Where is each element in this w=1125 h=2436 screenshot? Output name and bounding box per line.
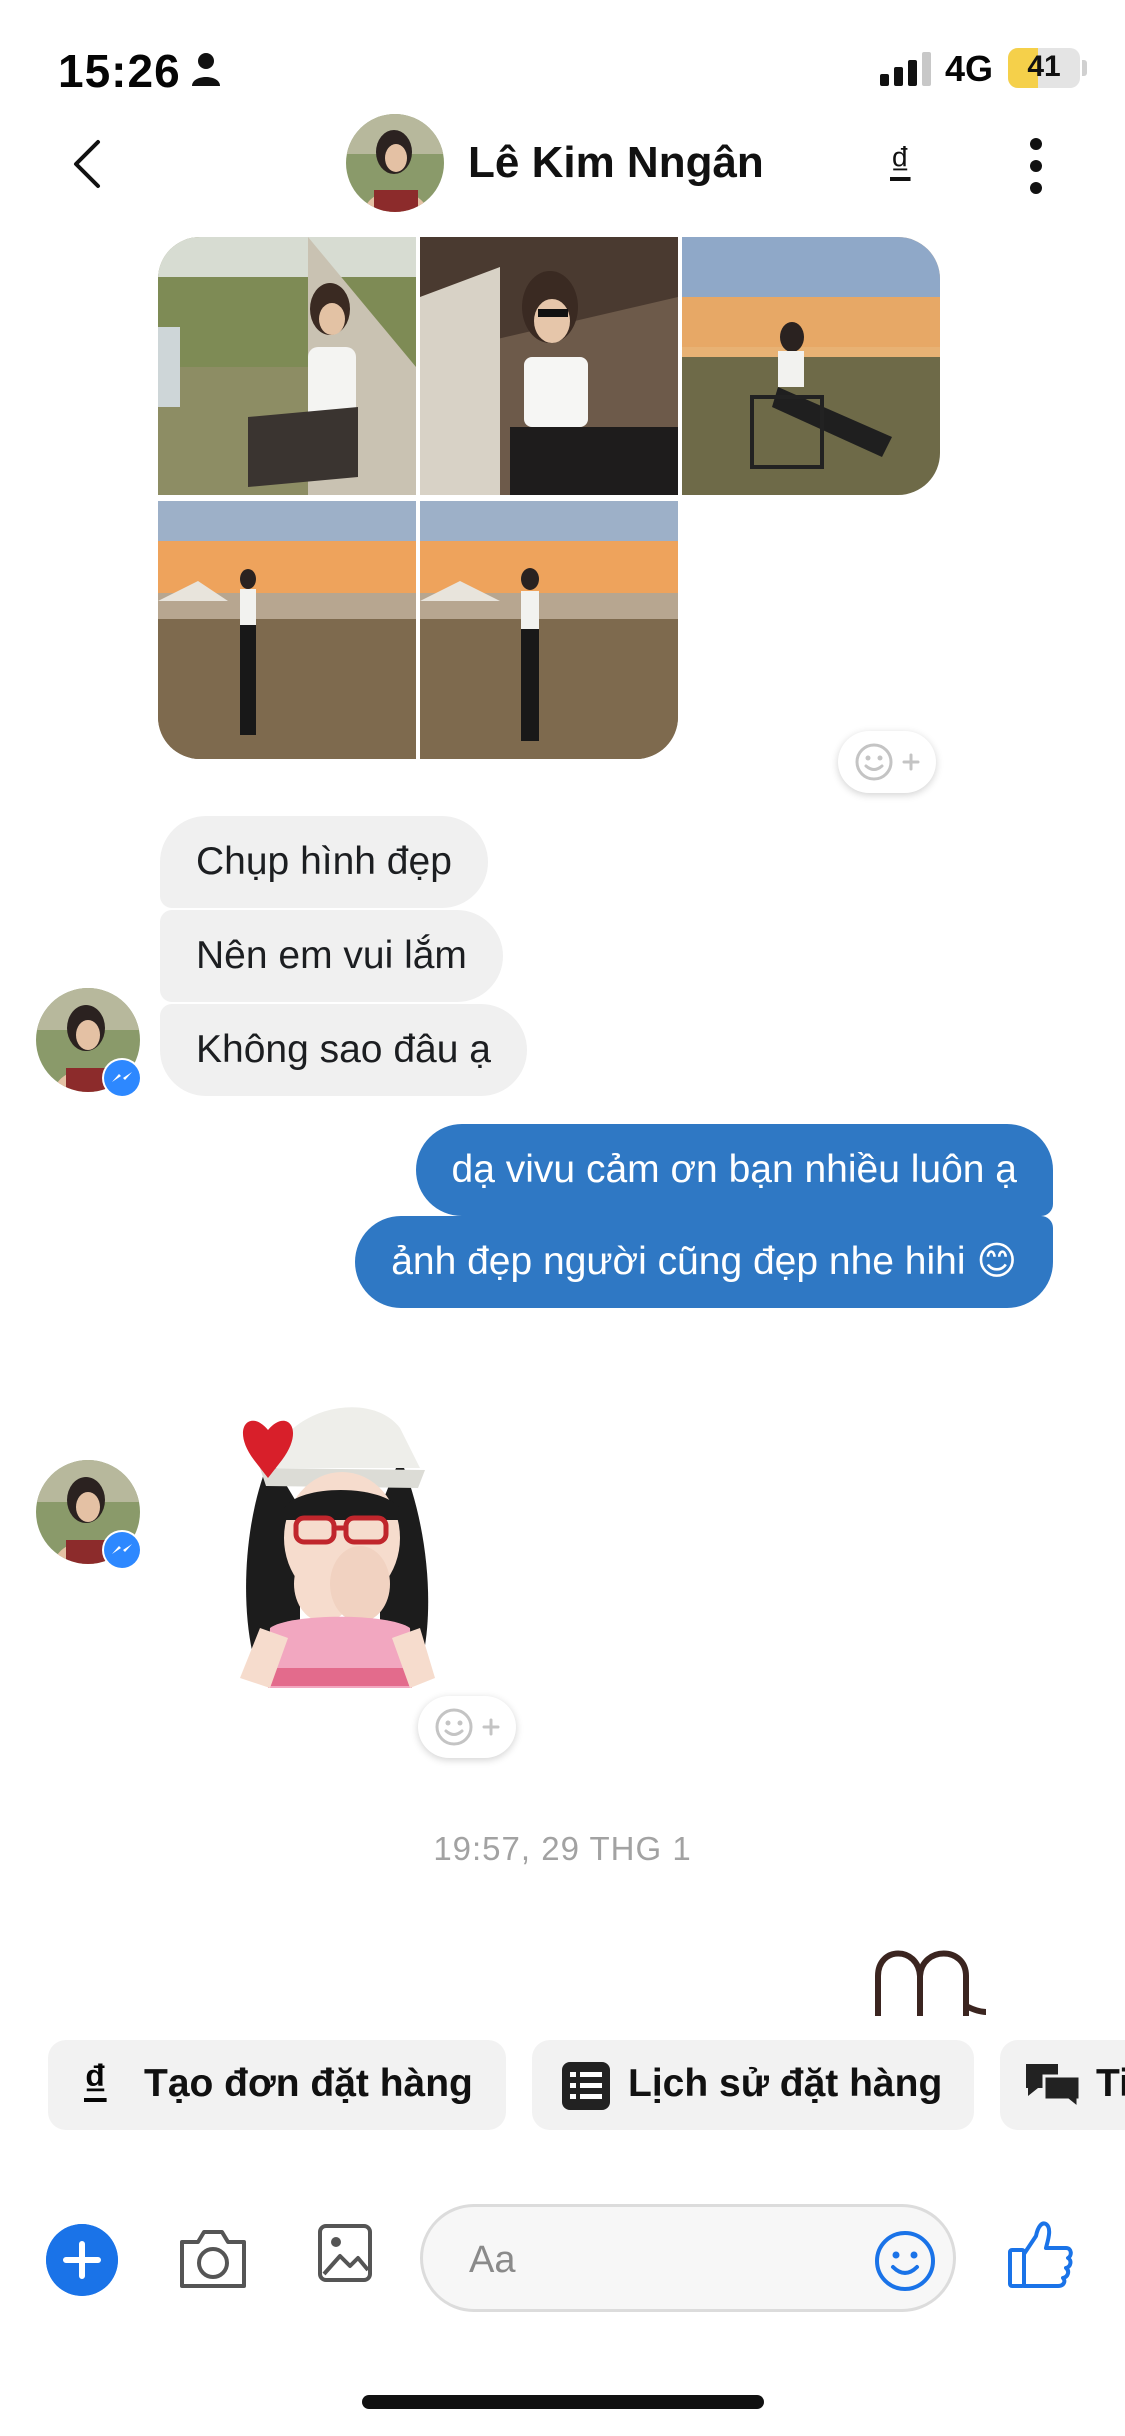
order-history-label: Lịch sử đặt hàng (628, 2062, 943, 2105)
create-order-chip[interactable]: ₫ Tạo đơn đặt hàng (48, 2040, 506, 2130)
order-history-chip[interactable]: Lịch sử đặt hàng (532, 2040, 974, 2130)
photo-1[interactable] (158, 237, 416, 495)
add-reaction-button[interactable] (418, 1696, 516, 1758)
battery-indicator: 41 (1008, 48, 1080, 88)
network-label: 4G (945, 48, 994, 89)
input-placeholder: Aa (469, 2239, 516, 2281)
camera-icon[interactable] (176, 2224, 250, 2294)
add-reaction-button[interactable] (838, 731, 936, 793)
payment-button[interactable]: ₫ (890, 140, 911, 185)
messenger-icon (102, 1530, 142, 1570)
more-options-icon[interactable] (1026, 136, 1046, 196)
photo-3[interactable] (682, 237, 940, 495)
chat-templates-chip[interactable]: Ti (1000, 2040, 1125, 2130)
message-timestamp: 19:57, 29 THG 1 (433, 1830, 692, 1867)
chat-header: Lê Kim Nngân ₫ (0, 110, 1125, 220)
battery-level: 41 (1027, 50, 1061, 83)
incoming-message[interactable]: Nên em vui lắm (160, 910, 503, 1002)
gallery-icon[interactable] (316, 2222, 374, 2284)
photo-2[interactable] (420, 237, 678, 495)
photo-5[interactable] (420, 501, 678, 759)
composer-bar: Aa (0, 2180, 1125, 2340)
person-icon (192, 53, 220, 86)
chat-bubbles-icon (1026, 2064, 1082, 2112)
outgoing-message[interactable]: dạ vivu cảm ơn bạn nhiều luôn ạ (415, 1124, 1053, 1216)
photo-grid (158, 237, 940, 759)
battery-tip (1082, 60, 1087, 76)
home-indicator (362, 2395, 764, 2409)
create-order-label: Tạo đơn đặt hàng (144, 2062, 473, 2105)
dong-currency-icon: ₫ (84, 2056, 107, 2105)
photo-4[interactable] (158, 501, 416, 759)
partial-sticker[interactable] (870, 1936, 986, 2016)
back-chevron-icon[interactable] (66, 138, 110, 190)
signal-icon (880, 52, 931, 86)
outgoing-message[interactable]: ảnh đẹp người cũng đẹp nhe hihi 😊 (355, 1216, 1053, 1308)
incoming-message[interactable]: Chụp hình đẹp (160, 816, 488, 908)
messenger-icon (102, 1058, 142, 1098)
thumbs-up-icon[interactable] (1006, 2218, 1074, 2290)
plus-icon[interactable] (46, 2224, 118, 2296)
emoji-icon[interactable] (873, 2229, 937, 2293)
receipt-list-icon (562, 2062, 610, 2110)
status-time: 15:26 (58, 45, 181, 97)
contact-name[interactable]: Lê Kim Nngân (468, 138, 764, 188)
message-input[interactable]: Aa (420, 2204, 956, 2312)
avatar-sticker[interactable] (220, 1388, 450, 1708)
contact-avatar[interactable] (346, 114, 444, 212)
chat-templates-label: Ti (1096, 2062, 1125, 2105)
incoming-message[interactable]: Không sao đâu ạ (160, 1004, 527, 1096)
